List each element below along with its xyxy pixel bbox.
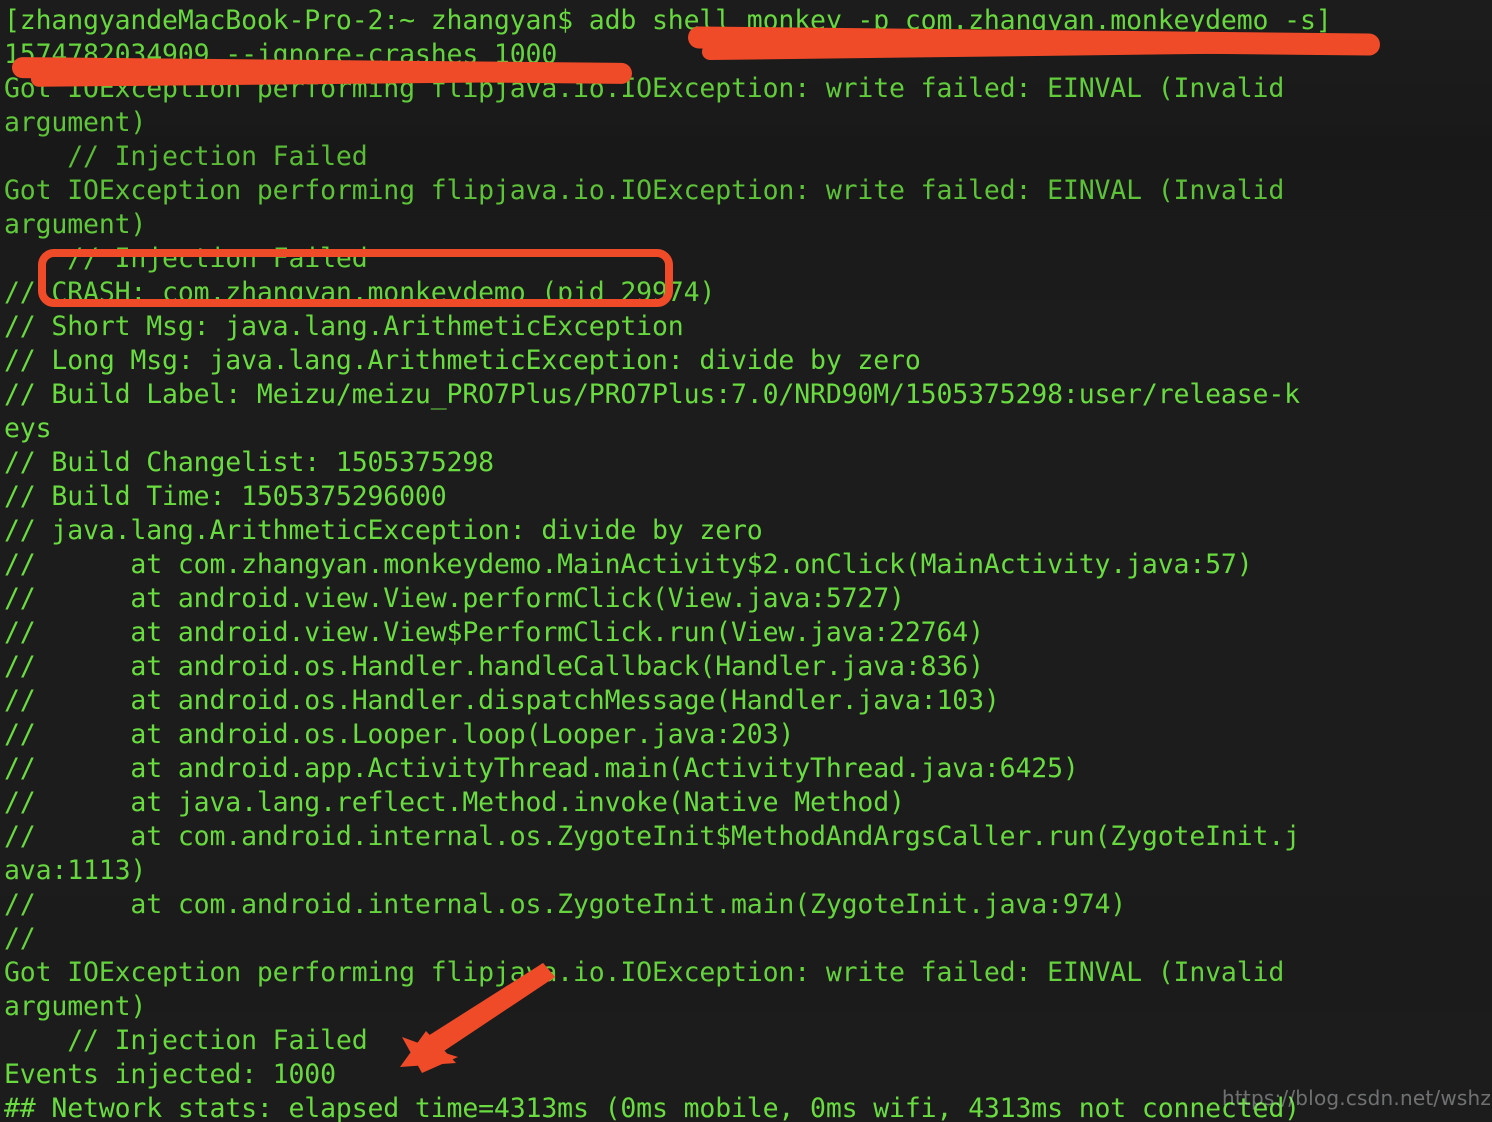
terminal-line: // Build Time: 1505375296000 [4,481,447,512]
terminal-line: // at android.os.Handler.handleCallback(… [4,651,984,682]
terminal-output: [zhangyandeMacBook-Pro-2:~ zhangyan$ adb… [0,0,1492,1122]
terminal-line: // at com.android.internal.os.ZygoteInit… [4,821,1300,852]
terminal-line: // CRASH: com.zhangyan.monkeydemo (pid 2… [4,277,716,308]
terminal-line: argument) [4,107,147,138]
terminal-line: Got IOException performing flipjava.io.I… [4,957,1285,988]
terminal-line: ava:1113) [4,855,147,886]
terminal-line: // java.lang.ArithmeticException: divide… [4,515,763,546]
terminal-line: // at com.zhangyan.monkeydemo.MainActivi… [4,549,1253,580]
terminal-line: // at com.android.internal.os.ZygoteInit… [4,889,1127,920]
terminal-line: // Short Msg: java.lang.ArithmeticExcept… [4,311,684,342]
terminal-line: Got IOException performing flipjava.io.I… [4,175,1285,206]
terminal-line: ## Network stats: elapsed time=4313ms (0… [4,1093,1300,1122]
terminal-line: // Injection Failed [4,1025,368,1056]
terminal-line: [zhangyandeMacBook-Pro-2:~ zhangyan$ adb… [4,5,1332,36]
terminal-line: // Injection Failed [4,243,368,274]
terminal-line: argument) [4,991,147,1022]
terminal-line: // Build Changelist: 1505375298 [4,447,494,478]
terminal-line: // at android.view.View.performClick(Vie… [4,583,905,614]
terminal-line: 1574782034909 --ignore-crashes 1000 [4,39,558,70]
terminal-line: argument) [4,209,147,240]
terminal-line: // Build Label: Meizu/meizu_PRO7Plus/PRO… [4,379,1300,410]
terminal-line: // Long Msg: java.lang.ArithmeticExcepti… [4,345,921,376]
terminal-line: // at android.os.Handler.dispatchMessage… [4,685,1000,716]
terminal-window[interactable]: [zhangyandeMacBook-Pro-2:~ zhangyan$ adb… [0,0,1492,1122]
terminal-line: // Injection Failed [4,141,368,172]
terminal-line: // at java.lang.reflect.Method.invoke(Na… [4,787,905,818]
terminal-line: // at android.os.Looper.loop(Looper.java… [4,719,795,750]
terminal-line: // [4,923,36,954]
terminal-line: // at android.view.View$PerformClick.run… [4,617,984,648]
terminal-line: Got IOException performing flipjava.io.I… [4,73,1285,104]
terminal-line: Events injected: 1000 [4,1059,336,1090]
terminal-line: // at android.app.ActivityThread.main(Ac… [4,753,1079,784]
terminal-line: eys [4,413,52,444]
